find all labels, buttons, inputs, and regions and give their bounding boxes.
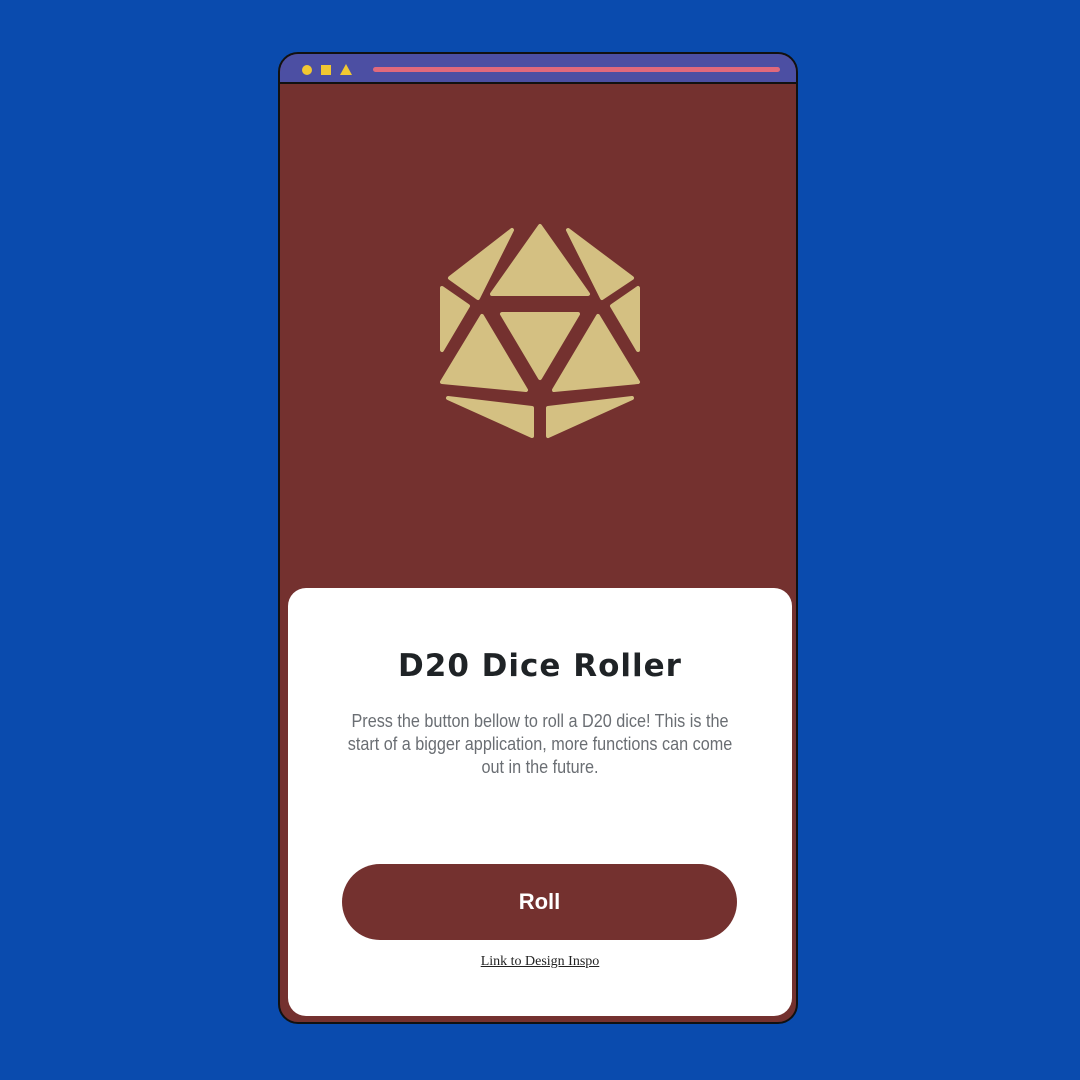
description-text: Press the button bellow to roll a D20 di… [347, 711, 733, 777]
app-window: D20 Dice Roller Press the button bellow … [278, 52, 798, 1024]
window-titlebar [280, 54, 796, 84]
square-control-icon[interactable] [321, 65, 331, 75]
roll-button[interactable]: Roll [342, 864, 737, 940]
design-inspo-link[interactable]: Link to Design Inspo [288, 954, 792, 970]
info-card: D20 Dice Roller Press the button bellow … [288, 588, 792, 1016]
address-bar[interactable] [373, 67, 780, 72]
d20-die-icon [440, 224, 640, 438]
triangle-control-icon[interactable] [340, 64, 352, 75]
circle-control-icon[interactable] [302, 65, 312, 75]
page-title: D20 Dice Roller [398, 648, 682, 684]
